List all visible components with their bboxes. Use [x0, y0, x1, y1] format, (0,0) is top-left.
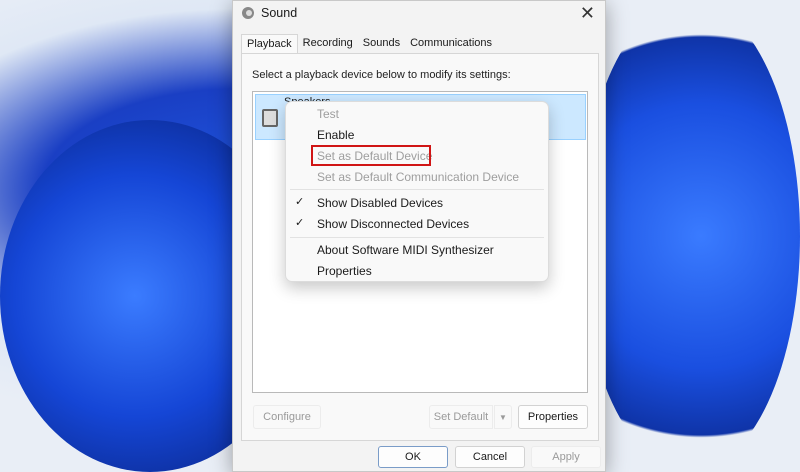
menu-item-set-default-communication[interactable]: Set as Default Communication Device [286, 167, 548, 188]
tab-playback[interactable]: Playback [241, 34, 298, 54]
tab-bar: Playback Recording Sounds Communications [241, 34, 497, 54]
chevron-down-icon[interactable]: ▼ [494, 405, 512, 429]
menu-item-properties[interactable]: Properties [286, 261, 548, 282]
speaker-icon [262, 109, 278, 127]
ok-button[interactable]: OK [378, 446, 448, 468]
speaker-app-icon [242, 7, 254, 19]
window-title: Sound [261, 6, 298, 20]
tab-sounds[interactable]: Sounds [358, 34, 405, 54]
instruction-text: Select a playback device below to modify… [252, 69, 511, 81]
wallpaper-bloom [580, 0, 800, 472]
tab-recording[interactable]: Recording [298, 34, 358, 54]
highlight-box [311, 145, 431, 166]
close-icon[interactable]: ✕ [580, 3, 595, 24]
menu-item-test[interactable]: Test [286, 104, 548, 125]
menu-separator [290, 189, 544, 190]
menu-item-enable[interactable]: Enable [286, 125, 548, 146]
context-menu: Test Enable Set as Default Device Set as… [285, 101, 549, 282]
cancel-button[interactable]: Cancel [455, 446, 525, 468]
set-default-button[interactable]: Set Default [429, 405, 493, 429]
menu-item-show-disconnected[interactable]: Show Disconnected Devices [286, 214, 548, 235]
menu-separator [290, 237, 544, 238]
menu-item-about-midi[interactable]: About Software MIDI Synthesizer [286, 240, 548, 261]
apply-button[interactable]: Apply [531, 446, 601, 468]
title-bar: Sound [241, 6, 297, 20]
tab-communications[interactable]: Communications [405, 34, 497, 54]
menu-item-show-disabled[interactable]: Show Disabled Devices [286, 193, 548, 214]
properties-button[interactable]: Properties [518, 405, 588, 429]
configure-button[interactable]: Configure [253, 405, 321, 429]
